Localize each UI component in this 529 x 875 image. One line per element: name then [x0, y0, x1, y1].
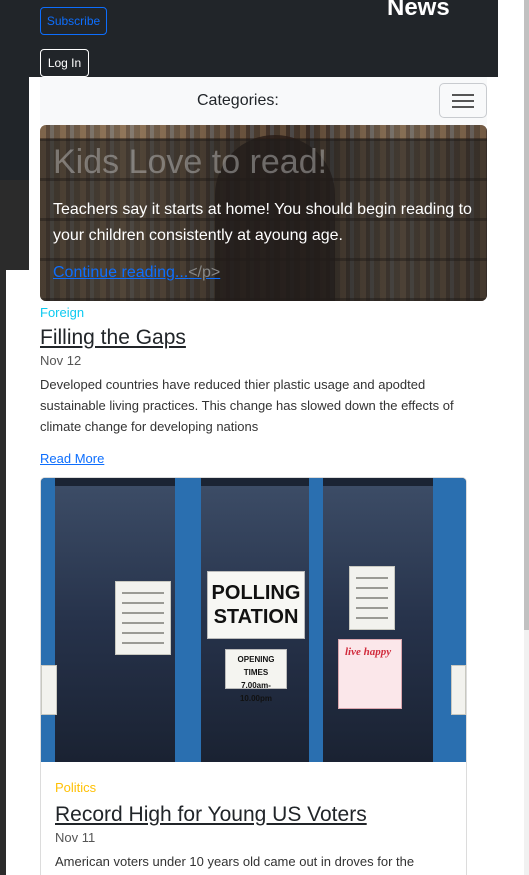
- card-category-tag: Politics: [55, 780, 97, 795]
- notice-left-edge: [41, 665, 57, 715]
- door-frame-center-left: [175, 478, 201, 762]
- live-happy-poster: live happy: [338, 639, 402, 709]
- article-filling-the-gaps: Foreign Filling the Gaps Nov 12 Develope…: [40, 301, 470, 467]
- login-button[interactable]: Log In: [40, 49, 89, 77]
- opening-times-title: OPENING TIMES: [237, 655, 275, 677]
- scrollbar-thumb[interactable]: [524, 0, 529, 630]
- notice-right-top: [349, 566, 395, 630]
- door-frame-center-right: [309, 478, 323, 762]
- hero-text: Teachers say it starts at home! You shou…: [53, 201, 472, 244]
- article-card-young-voters: POLLING STATION OPENING TIMES 7.00am-10.…: [40, 477, 467, 875]
- left-edge-dark-bottom: [0, 270, 6, 875]
- card-date: Nov 11: [55, 830, 96, 845]
- polling-sign-line2: STATION: [213, 606, 299, 628]
- polling-station-image: POLLING STATION OPENING TIMES 7.00am-10.…: [41, 478, 466, 762]
- navbar-toggler-button[interactable]: [439, 83, 487, 118]
- welcome-notice-left: [115, 581, 171, 655]
- notice-right-edge: [451, 665, 466, 715]
- article-category-tag: Foreign: [40, 305, 85, 320]
- page-scrollbar[interactable]: [524, 0, 529, 875]
- hamburger-menu-icon-line: [452, 106, 474, 108]
- left-edge-dark-mid: [0, 180, 29, 270]
- site-brand[interactable]: News: [387, 0, 450, 22]
- stray-markup-text: </p>: [188, 264, 221, 281]
- card-title-link[interactable]: Record High for Young US Voters: [55, 803, 452, 827]
- category-navbar: Categories:: [40, 77, 487, 125]
- article-title-link[interactable]: Filling the Gaps: [40, 326, 470, 350]
- continue-reading-link[interactable]: Continue reading...: [53, 264, 188, 281]
- site-header: Subscribe Log In News: [29, 0, 498, 77]
- polling-sign-line1: POLLING: [211, 582, 301, 604]
- door-frame-left: [41, 478, 55, 762]
- article-date: Nov 12: [40, 353, 82, 368]
- left-edge-dark-top: [0, 0, 29, 180]
- featured-hero: Kids Love to read! Teachers say it start…: [40, 125, 487, 301]
- categories-label: Categories:: [197, 92, 279, 109]
- card-summary: American voters under 10 years old came …: [55, 854, 415, 869]
- polling-station-sign: POLLING STATION: [207, 571, 305, 639]
- hamburger-menu-icon-line: [452, 100, 474, 102]
- poster-heading: live happy: [345, 646, 392, 658]
- article-summary: Developed countries have reduced thier p…: [40, 377, 454, 434]
- left-window-edge: [0, 0, 29, 875]
- opening-times-sign: OPENING TIMES 7.00am-10.00pm: [225, 649, 287, 703]
- opening-times-value: 7.00am-10.00pm: [239, 681, 273, 703]
- door-frame-right: [433, 478, 466, 762]
- hero-title: Kids Love to read!: [53, 143, 328, 181]
- card-body: Politics Record High for Young US Voters…: [41, 762, 466, 872]
- subscribe-button[interactable]: Subscribe: [40, 7, 107, 35]
- hamburger-menu-icon: [452, 94, 474, 96]
- continue-reading-link-wrap: Continue reading...</p>: [53, 264, 220, 282]
- read-more-link[interactable]: Read More: [40, 451, 104, 466]
